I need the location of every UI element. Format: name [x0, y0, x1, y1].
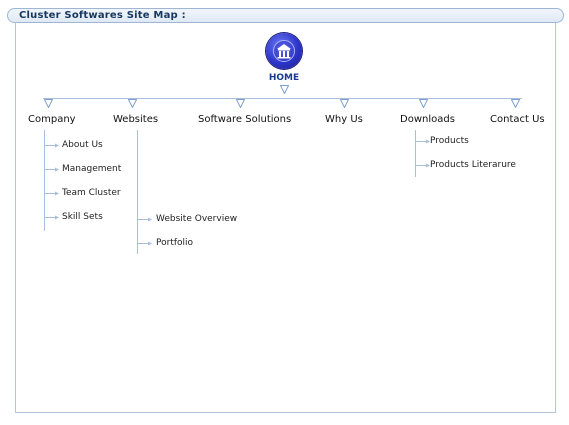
websites-branch-line: [137, 130, 138, 254]
arrow-right-icon: [416, 139, 430, 144]
link-products[interactable]: Products: [430, 136, 469, 146]
contact-us-triangle-icon: [511, 99, 520, 108]
arrow-right-icon: [138, 241, 152, 246]
link-products-literarure[interactable]: Products Literarure: [430, 160, 516, 170]
link-website-overview[interactable]: Website Overview: [156, 214, 237, 224]
link-team-cluster[interactable]: Team Cluster: [62, 188, 121, 198]
arrow-right-icon: [416, 163, 430, 168]
category-company[interactable]: Company: [28, 114, 76, 125]
page-title: Cluster Softwares Site Map :: [19, 10, 186, 21]
company-triangle-icon: [44, 99, 53, 108]
site-map-title-bar: Cluster Softwares Site Map :: [7, 8, 564, 23]
category-websites[interactable]: Websites: [113, 114, 158, 125]
downloads-branch-line: [415, 130, 416, 177]
link-about-us[interactable]: About Us: [62, 140, 103, 150]
arrow-right-icon: [45, 143, 59, 148]
arrow-right-icon: [138, 217, 152, 222]
why-us-triangle-icon: [340, 99, 349, 108]
arrow-right-icon: [45, 191, 59, 196]
websites-triangle-icon: [128, 99, 137, 108]
category-contact-us[interactable]: Contact Us: [490, 114, 545, 125]
main-connector-line: [43, 98, 522, 99]
category-software-solutions[interactable]: Software Solutions: [198, 114, 291, 125]
link-skill-sets[interactable]: Skill Sets: [62, 212, 103, 222]
home-link[interactable]: HOME: [262, 73, 306, 83]
link-portfolio[interactable]: Portfolio: [156, 238, 193, 248]
home-building-icon[interactable]: [266, 33, 302, 69]
arrow-right-icon: [45, 167, 59, 172]
link-management[interactable]: Management: [62, 164, 121, 174]
home-down-triangle-icon: [280, 85, 289, 94]
arrow-right-icon: [45, 215, 59, 220]
category-downloads[interactable]: Downloads: [400, 114, 455, 125]
category-why-us[interactable]: Why Us: [325, 114, 363, 125]
downloads-triangle-icon: [419, 99, 428, 108]
software-solutions-triangle-icon: [236, 99, 245, 108]
